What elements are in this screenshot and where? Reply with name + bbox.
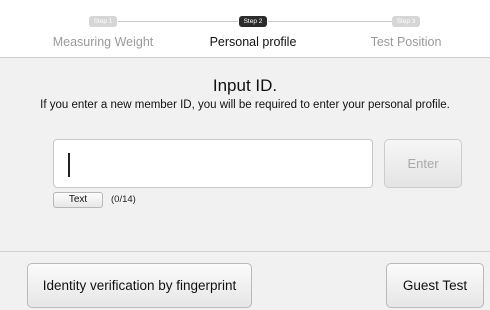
- step-connector-line: [268, 21, 392, 22]
- step-2-label: Personal profile: [209, 35, 297, 49]
- step-1-label: Measuring Weight: [52, 35, 154, 49]
- step-progress-bar: Step 1 Step 2 Step 3 Measuring Weight Pe…: [0, 0, 490, 58]
- guest-test-button[interactable]: Guest Test: [386, 263, 484, 308]
- step-3-badge: Step 3: [392, 16, 420, 27]
- step-3-label: Test Position: [370, 35, 442, 49]
- divider: [0, 251, 490, 252]
- member-id-input[interactable]: [53, 139, 373, 188]
- enter-button[interactable]: Enter: [384, 139, 462, 188]
- character-counter: (0/14): [111, 194, 136, 205]
- text-keyboard-button[interactable]: Text: [53, 192, 103, 208]
- step-2-badge: Step 2: [239, 16, 267, 27]
- text-caret: [68, 153, 70, 177]
- step-1-badge: Step 1: [89, 16, 117, 27]
- step-connector-line: [118, 21, 238, 22]
- page-title: Input ID.: [212, 76, 278, 95]
- fingerprint-verification-button[interactable]: Identity verification by fingerprint: [27, 263, 252, 308]
- instruction-text: If you enter a new member ID, you will b…: [40, 99, 450, 111]
